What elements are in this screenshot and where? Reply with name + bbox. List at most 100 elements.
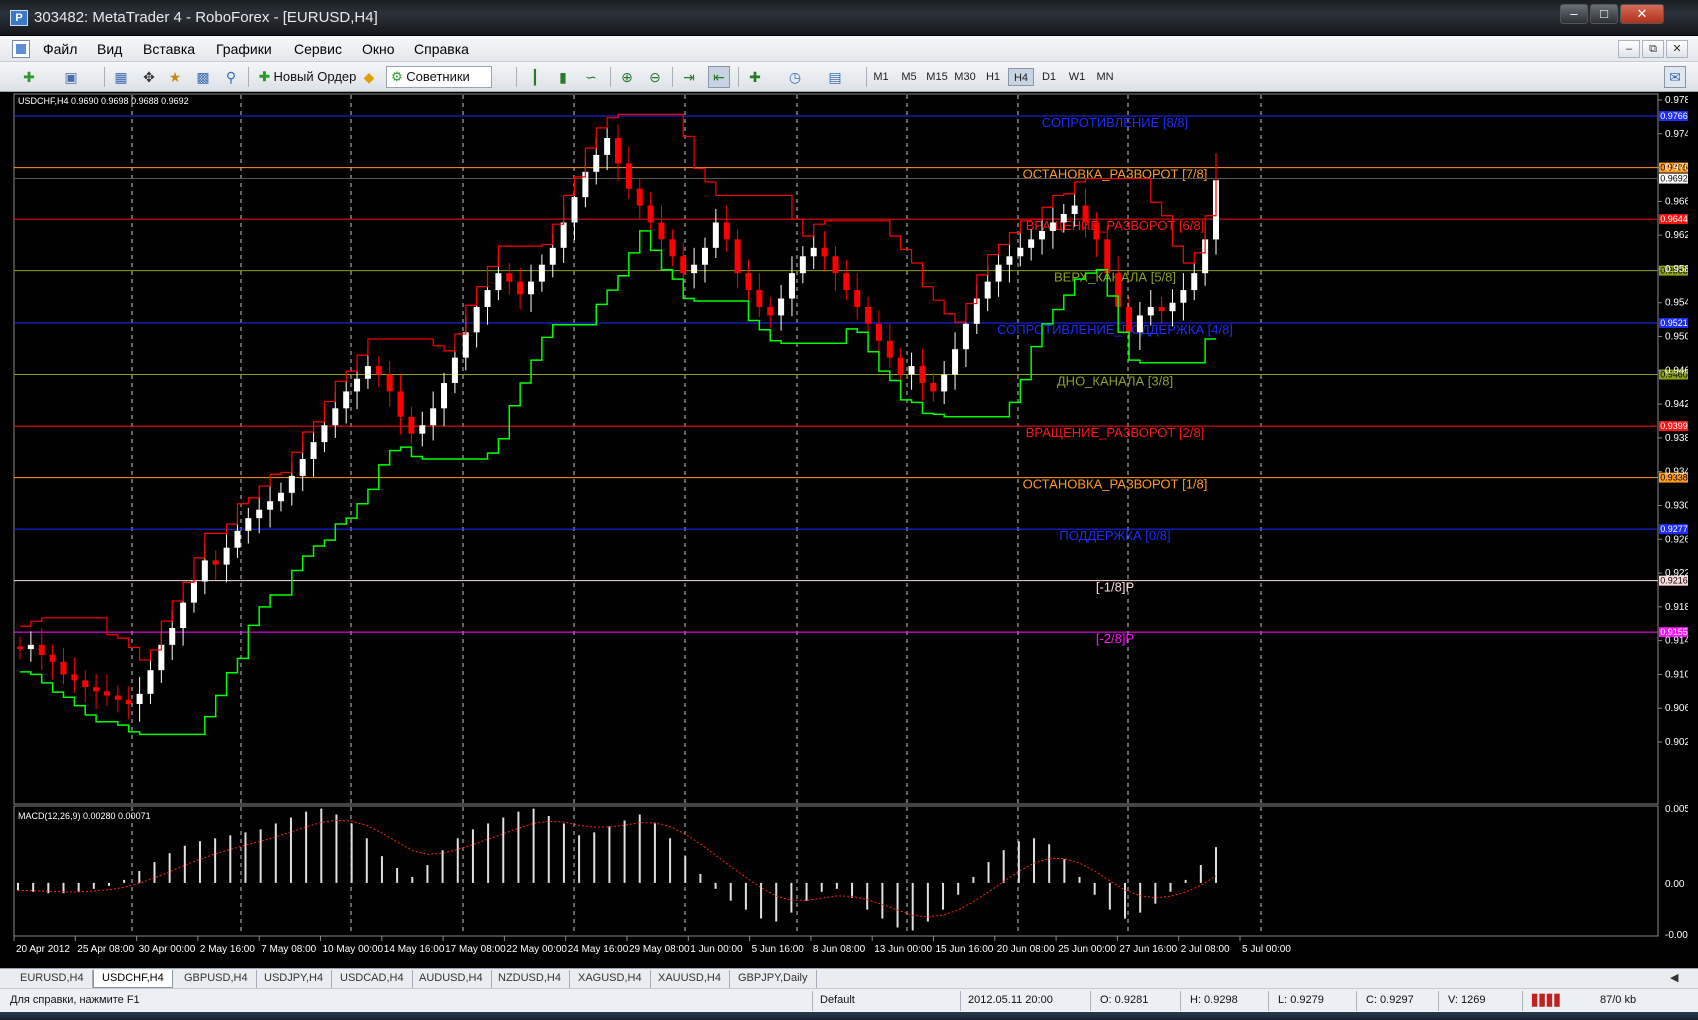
- new-chart-icon[interactable]: ✚: [18, 66, 40, 88]
- autoscroll-icon[interactable]: ⇥: [678, 66, 700, 88]
- menu-tools[interactable]: Сервис: [294, 41, 342, 57]
- mdi-restore-button[interactable]: ⧉: [1642, 40, 1664, 58]
- time-axis-label: 24 May 16:00: [568, 944, 629, 955]
- navigator-icon[interactable]: ★: [164, 66, 186, 88]
- candle-bull: [1017, 247, 1024, 257]
- candle-bear: [1158, 306, 1165, 312]
- new-order-button[interactable]: ✚ Новый Ордер: [254, 66, 361, 88]
- candle-bear: [821, 247, 828, 257]
- candle-bear: [17, 646, 23, 650]
- chat-icon[interactable]: ✉: [1664, 66, 1686, 88]
- menu-charts[interactable]: Графики: [216, 41, 272, 57]
- tab-usdchf[interactable]: USDCHF,H4: [93, 970, 173, 988]
- status-open: O: 0.9281: [1100, 994, 1149, 1006]
- candle-bull: [528, 281, 535, 295]
- candle-bear: [71, 674, 78, 681]
- tf-m1[interactable]: M1: [868, 68, 894, 86]
- menu-insert[interactable]: Вставка: [143, 41, 195, 57]
- line-chart-icon[interactable]: ∽: [580, 66, 602, 88]
- bar-chart-icon[interactable]: ┃: [524, 66, 546, 88]
- metaeditor-icon[interactable]: ◆: [358, 66, 380, 88]
- tab-gbpjpy[interactable]: GBPJPY,Daily: [730, 970, 817, 988]
- candlestick-icon[interactable]: ▮: [552, 66, 574, 88]
- maximize-button[interactable]: □: [1590, 4, 1618, 24]
- menu-file[interactable]: Файл: [43, 41, 77, 57]
- terminal-icon[interactable]: ▩: [192, 66, 214, 88]
- candle-bull: [223, 547, 230, 565]
- level-label: [-2/8]P: [1096, 631, 1134, 646]
- tab-xauusd[interactable]: XAUUSD,H4: [650, 970, 730, 988]
- level-label: СОПРОТИВЛЕНИЕ [8/8]: [1042, 115, 1188, 130]
- tf-h4[interactable]: H4: [1008, 68, 1034, 86]
- menu-help[interactable]: Справка: [414, 41, 469, 57]
- candle-bear: [854, 290, 861, 307]
- tf-m30[interactable]: M30: [952, 68, 978, 86]
- level-label: СОПРОТИВЛЕНИЕ_ПОДДЕРЖКА [4/8]: [997, 322, 1233, 337]
- chart-shift-icon[interactable]: ⇤: [708, 66, 730, 88]
- profiles-icon[interactable]: ▣: [60, 66, 82, 88]
- periods-icon[interactable]: ◷: [784, 66, 806, 88]
- strategy-tester-icon[interactable]: ⚲: [220, 66, 242, 88]
- candle-bull: [778, 298, 785, 316]
- price-axis-label: 0.9145: [1665, 636, 1688, 647]
- tabs-scroll-icon[interactable]: ◀: [1670, 971, 1678, 984]
- tf-mn[interactable]: MN: [1092, 68, 1118, 86]
- tab-xagusd[interactable]: XAGUSD,H4: [570, 970, 651, 988]
- menu-window[interactable]: Окно: [362, 41, 395, 57]
- price-axis-label: 0.9625: [1665, 230, 1688, 241]
- price-axis-label: 0.9185: [1665, 602, 1688, 613]
- candle-bear: [734, 239, 741, 274]
- toolbar: ✚ ▣ ▦ ✥ ★ ▩ ⚲ ✚ Новый Ордер ◆ ⚙ Советник…: [0, 62, 1698, 92]
- candle-bear: [615, 138, 621, 164]
- candle-bear: [1082, 205, 1089, 223]
- price-axis-label: 0.9665: [1665, 196, 1688, 207]
- candle-bull: [321, 425, 328, 443]
- close-button[interactable]: ✕: [1620, 4, 1664, 24]
- tf-m5[interactable]: M5: [896, 68, 922, 86]
- candle-bear: [38, 644, 45, 655]
- tab-nzdusd[interactable]: NZDUSD,H4: [490, 970, 570, 988]
- tf-d1[interactable]: D1: [1036, 68, 1062, 86]
- chart-window[interactable]: СОПРОТИВЛЕНИЕ [8/8] 0.9766 ОСТАНОВКА_РАЗВО…: [10, 92, 1688, 968]
- tab-gbpusd[interactable]: GBPUSD,H4: [176, 970, 257, 988]
- macd-axis-label: 0.00: [1665, 879, 1685, 890]
- experts-button[interactable]: ⚙ Советники: [386, 66, 492, 88]
- tf-w1[interactable]: W1: [1064, 68, 1090, 86]
- macd-header: MACD(12,26,9) 0.00280 0.00071: [18, 811, 151, 821]
- time-axis-label: 17 May 08:00: [445, 944, 506, 955]
- candle-bull: [201, 560, 208, 582]
- zoom-out-icon[interactable]: ⊖: [644, 66, 666, 88]
- indicators-icon[interactable]: ✚: [744, 66, 766, 88]
- tab-audusd[interactable]: AUDUSD,H4: [411, 970, 492, 988]
- candle-bear: [103, 691, 110, 696]
- tab-usdcad[interactable]: USDCAD,H4: [332, 970, 413, 988]
- mdi-minimize-button[interactable]: –: [1618, 40, 1640, 58]
- candle-bull: [908, 366, 915, 375]
- candle-bull: [571, 197, 578, 223]
- app-logo-icon: P: [10, 10, 28, 26]
- document-icon[interactable]: [12, 40, 30, 58]
- price-chart[interactable]: СОПРОТИВЛЕНИЕ [8/8] 0.9766 ОСТАНОВКА_РАЗВО…: [10, 92, 1688, 968]
- data-window-icon[interactable]: ✥: [138, 66, 160, 88]
- candle-bull: [1147, 306, 1154, 316]
- tab-eurusd[interactable]: EURUSD,H4: [12, 970, 93, 988]
- zoom-in-icon[interactable]: ⊕: [616, 66, 638, 88]
- time-axis-label: 25 Jun 00:00: [1058, 944, 1116, 955]
- minimize-button[interactable]: –: [1560, 4, 1588, 24]
- os-taskbar: [0, 1012, 1698, 1020]
- chart-header: USDCHF,H4 0.9690 0.9698 0.9688 0.9692: [18, 96, 189, 106]
- candle-bull: [962, 323, 969, 350]
- templates-icon[interactable]: ▤: [824, 66, 846, 88]
- candle-bear: [919, 366, 926, 383]
- candle-bull: [1006, 256, 1013, 265]
- time-axis-label: 25 Apr 08:00: [77, 944, 134, 955]
- market-watch-icon[interactable]: ▦: [110, 66, 132, 88]
- tf-h1[interactable]: H1: [980, 68, 1006, 86]
- mdi-close-button[interactable]: ✕: [1666, 40, 1688, 58]
- macd-axis-label: 0.00504: [1665, 804, 1688, 815]
- candle-bear: [669, 239, 676, 257]
- level-label: [-1/8]P: [1096, 580, 1134, 595]
- tab-usdjpy[interactable]: USDJPY,H4: [256, 970, 333, 988]
- tf-m15[interactable]: M15: [924, 68, 950, 86]
- menu-view[interactable]: Вид: [97, 41, 122, 57]
